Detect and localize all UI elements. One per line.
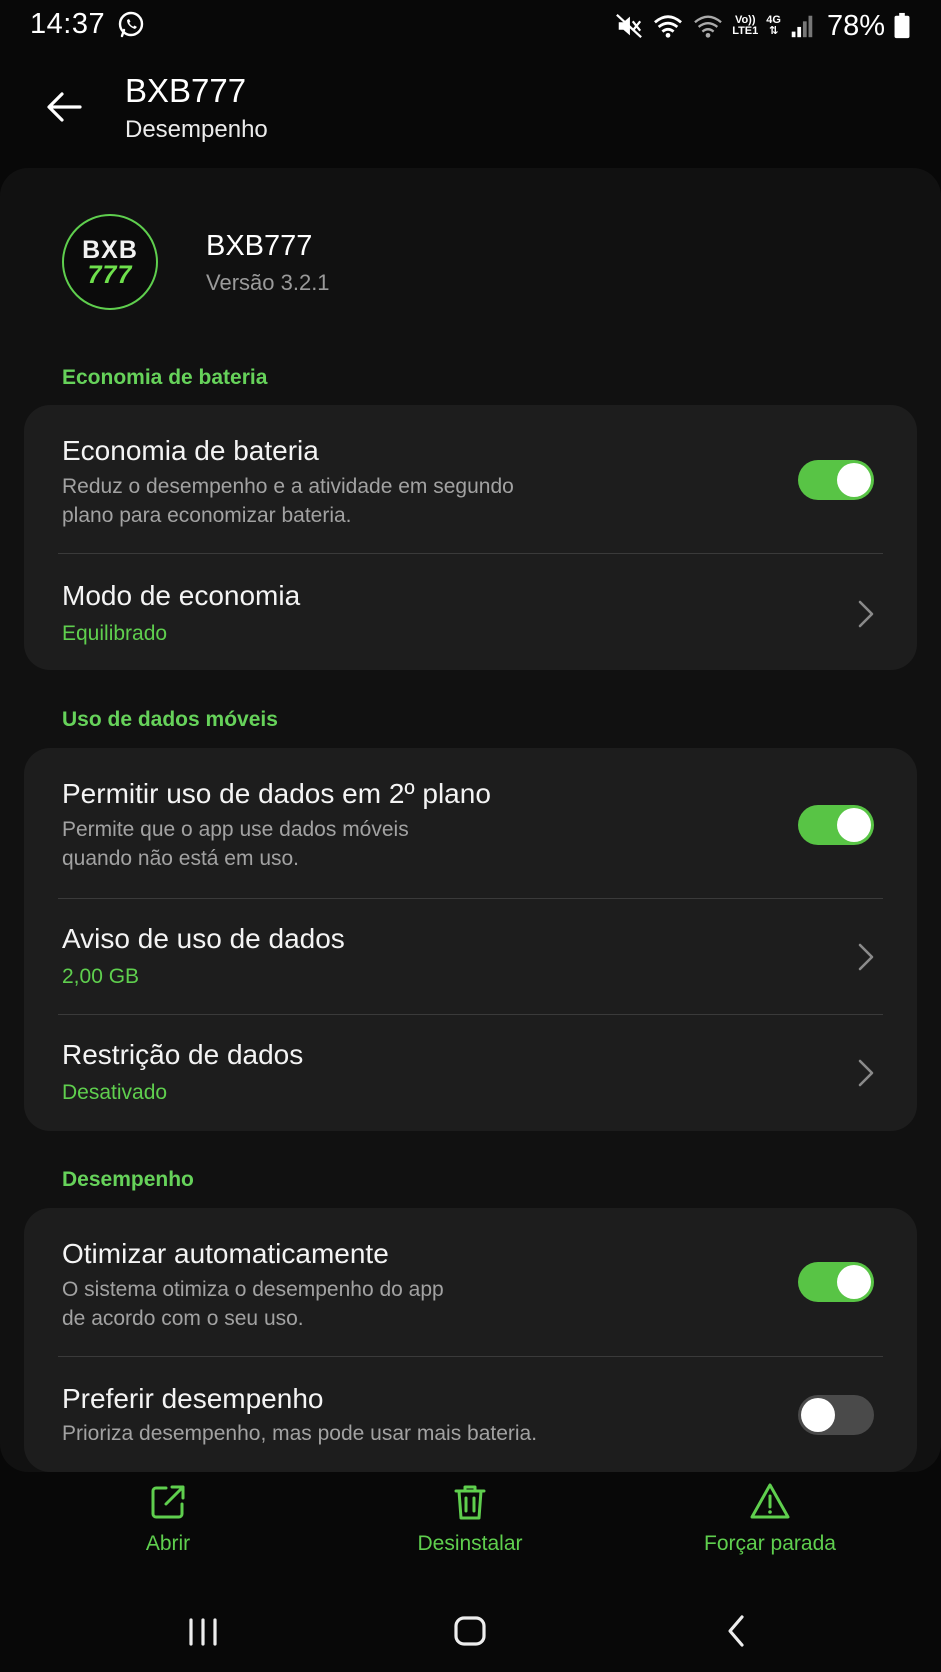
background-data-desc-1: Permite que o app use dados móveis <box>62 818 409 841</box>
data-restriction-value: Desativado <box>62 1081 168 1104</box>
status-time: 14:37 <box>30 8 106 40</box>
saving-mode-title: Modo de economia <box>62 580 301 611</box>
battery-saver-row[interactable]: Economia de bateria Reduz o desempenho e… <box>24 405 917 553</box>
background-data-toggle[interactable] <box>798 805 874 845</box>
whatsapp-icon <box>118 11 144 38</box>
open-external-icon <box>151 1485 185 1519</box>
auto-optimize-toggle[interactable] <box>798 1262 874 1302</box>
app-bar: BXB777 Desempenho <box>0 60 941 165</box>
chevron-right-icon <box>858 600 874 628</box>
toggle-knob <box>837 1265 871 1299</box>
chevron-right-icon <box>858 943 874 971</box>
home-icon[interactable] <box>440 1606 500 1656</box>
battery-saver-desc-2: plano para economizar bateria. <box>62 504 352 527</box>
force-stop-button[interactable]: Forçar parada <box>660 1480 880 1580</box>
chevron-right-icon <box>858 1059 874 1087</box>
toggle-knob <box>837 463 871 497</box>
signal-icon <box>791 15 813 38</box>
data-restriction-title: Restrição de dados <box>62 1039 304 1070</box>
performance-card: Otimizar automaticamente O sistema otimi… <box>24 1208 917 1472</box>
wifi-icon <box>654 15 683 38</box>
trash-icon <box>454 1485 486 1520</box>
battery-card: Economia de bateria Reduz o desempenho e… <box>24 405 917 670</box>
auto-optimize-title: Otimizar automaticamente <box>62 1238 389 1269</box>
data-warning-title: Aviso de uso de dados <box>62 923 345 954</box>
open-label: Abrir <box>145 1532 191 1555</box>
section-label-performance: Desempenho <box>62 1168 194 1191</box>
auto-optimize-desc-1: O sistema otimiza o desempenho do app <box>62 1278 444 1301</box>
back-arrow-icon[interactable] <box>40 82 90 132</box>
auto-optimize-row[interactable]: Otimizar automaticamente O sistema otimi… <box>24 1208 917 1356</box>
section-label-battery: Economia de bateria <box>62 366 268 389</box>
battery-saver-title: Economia de bateria <box>62 435 319 466</box>
background-data-desc-2: quando não está em uso. <box>62 847 300 870</box>
status-bar: 14:37 Vo)) LTE1 4G ⇅ 78% <box>0 0 941 52</box>
page-subtitle: Desempenho <box>125 116 268 143</box>
recent-apps-icon[interactable] <box>173 1606 233 1656</box>
prefer-performance-toggle[interactable] <box>798 1395 874 1435</box>
toggle-knob <box>837 808 871 842</box>
data-restriction-row[interactable]: Restrição de dados Desativado <box>24 1015 917 1131</box>
toggle-knob <box>801 1398 835 1432</box>
volte-indicator: Vo)) LTE1 <box>732 14 759 37</box>
mute-icon <box>616 13 643 39</box>
page-title: BXB777 <box>125 72 247 109</box>
battery-icon <box>894 12 910 39</box>
bottom-actions: Abrir Desinstalar Forçar parada <box>0 1480 941 1590</box>
prefer-performance-title: Preferir desempenho <box>62 1383 324 1414</box>
background-data-row[interactable]: Permitir uso de dados em 2º plano Permit… <box>24 748 917 898</box>
navigation-bar <box>0 1592 941 1672</box>
data-warning-value: 2,00 GB <box>62 965 140 988</box>
open-button[interactable]: Abrir <box>58 1480 278 1580</box>
auto-optimize-desc-2: de acordo com o seu uso. <box>62 1307 304 1330</box>
warning-icon <box>750 1483 790 1519</box>
battery-saver-desc-1: Reduz o desempenho e a atividade em segu… <box>62 475 514 498</box>
wifi-calling-icon <box>694 15 723 38</box>
uninstall-button[interactable]: Desinstalar <box>360 1480 580 1580</box>
background-data-title: Permitir uso de dados em 2º plano <box>62 778 491 809</box>
back-icon[interactable] <box>706 1606 766 1656</box>
app-version: Versão 3.2.1 <box>206 270 330 295</box>
section-label-mobile-data: Uso de dados móveis <box>62 708 278 731</box>
prefer-performance-desc: Prioriza desempenho, mas pode usar mais … <box>62 1422 538 1445</box>
mobile-data-card: Permitir uso de dados em 2º plano Permit… <box>24 748 917 1131</box>
prefer-performance-row[interactable]: Preferir desempenho Prioriza desempenho,… <box>24 1357 917 1472</box>
app-info: BXB 777 BXB777 Versão 3.2.1 <box>62 214 762 310</box>
app-logo: BXB 777 <box>62 214 158 310</box>
status-icons: Vo)) LTE1 4G ⇅ 78% <box>614 8 911 44</box>
network-type-indicator: 4G ⇅ <box>766 14 781 37</box>
battery-percent: 78% <box>826 9 885 42</box>
data-warning-row[interactable]: Aviso de uso de dados 2,00 GB <box>24 899 917 1014</box>
uninstall-label: Desinstalar <box>417 1532 523 1555</box>
app-name: BXB777 <box>206 230 313 262</box>
saving-mode-value: Equilibrado <box>62 622 168 645</box>
force-stop-label: Forçar parada <box>704 1532 836 1555</box>
battery-saver-toggle[interactable] <box>798 460 874 500</box>
saving-mode-row[interactable]: Modo de economia Equilibrado <box>24 554 917 670</box>
